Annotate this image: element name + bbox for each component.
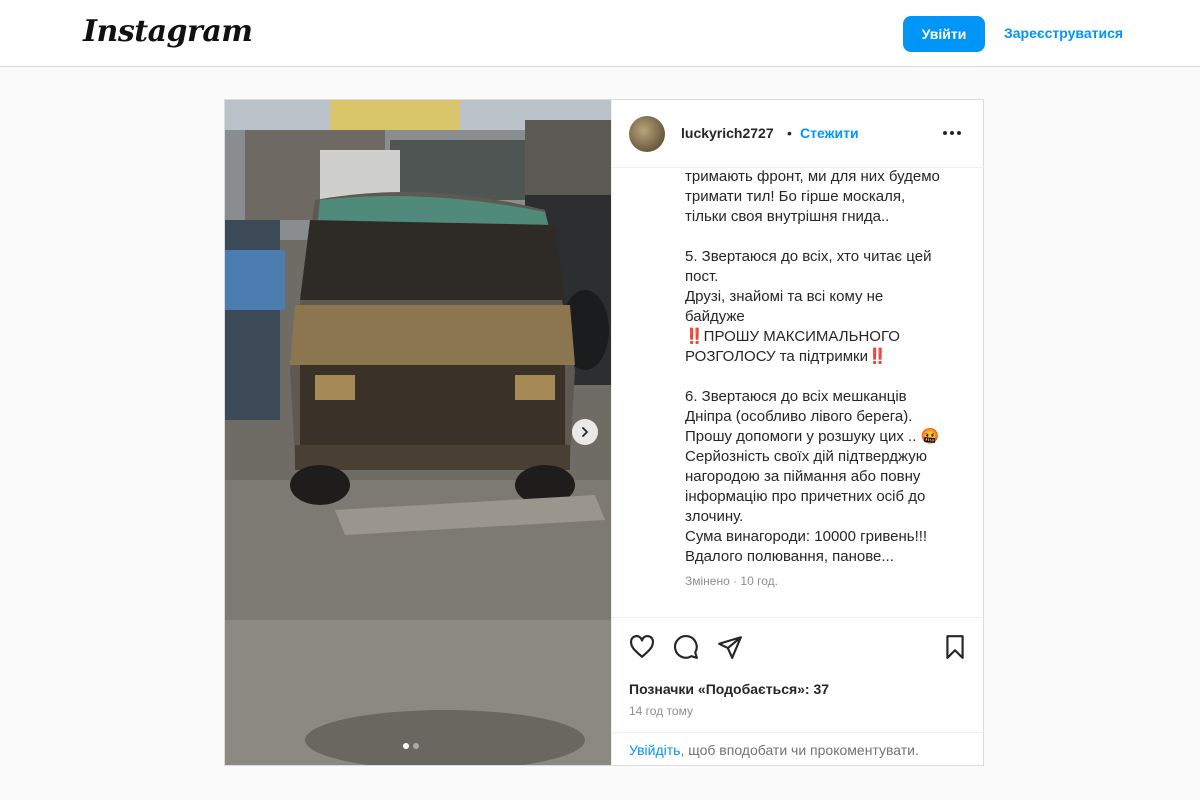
separator-dot: •	[787, 125, 792, 141]
avatar[interactable]	[629, 116, 665, 152]
post-actions: Позначки «Подобається»: 37 14 год тому У…	[612, 617, 984, 765]
login-prompt: Увійдіть, щоб вподобати чи прокоментуват…	[612, 732, 984, 766]
bookmark-icon[interactable]	[942, 634, 968, 660]
login-prompt-link[interactable]: Увійдіть	[629, 742, 680, 758]
send-icon[interactable]	[717, 634, 743, 660]
carousel-dot	[413, 743, 419, 749]
post-timestamp[interactable]: 14 год тому	[629, 704, 693, 718]
likes-count[interactable]: Позначки «Подобається»: 37	[629, 681, 829, 697]
chevron-right-icon	[582, 427, 588, 437]
post-sidebar: luckyrich2727 • Стежити тримають фронт, …	[611, 100, 984, 765]
login-button[interactable]: Увійти	[903, 16, 985, 52]
follow-button[interactable]: Стежити	[800, 125, 859, 141]
post-header: luckyrich2727 • Стежити	[612, 100, 984, 168]
post-caption: тримають фронт, ми для них будемо тримат…	[685, 169, 940, 565]
post-username[interactable]: luckyrich2727	[681, 125, 774, 141]
carousel-next-button[interactable]	[572, 419, 598, 445]
more-horizontal-icon[interactable]	[940, 120, 964, 146]
post-card: luckyrich2727 • Стежити тримають фронт, …	[224, 99, 984, 766]
login-prompt-text: , щоб вподобати чи прокоментувати.	[680, 742, 919, 758]
carousel-dots	[403, 743, 419, 749]
caption-scroll-area[interactable]: тримають фронт, ми для них будемо тримат…	[612, 169, 984, 616]
edited-timestamp: Змінено · 10 год.	[685, 574, 778, 588]
heart-icon[interactable]	[629, 634, 655, 660]
carousel-dot-active	[403, 743, 409, 749]
signup-link[interactable]: Зареєструватися	[1004, 25, 1123, 41]
post-photo	[225, 100, 611, 765]
instagram-logo[interactable]: Instagram	[83, 14, 253, 49]
burned-car-photo	[225, 100, 611, 765]
top-bar: Instagram Увійти Зареєструватися	[0, 0, 1200, 67]
comment-icon[interactable]	[673, 634, 699, 660]
